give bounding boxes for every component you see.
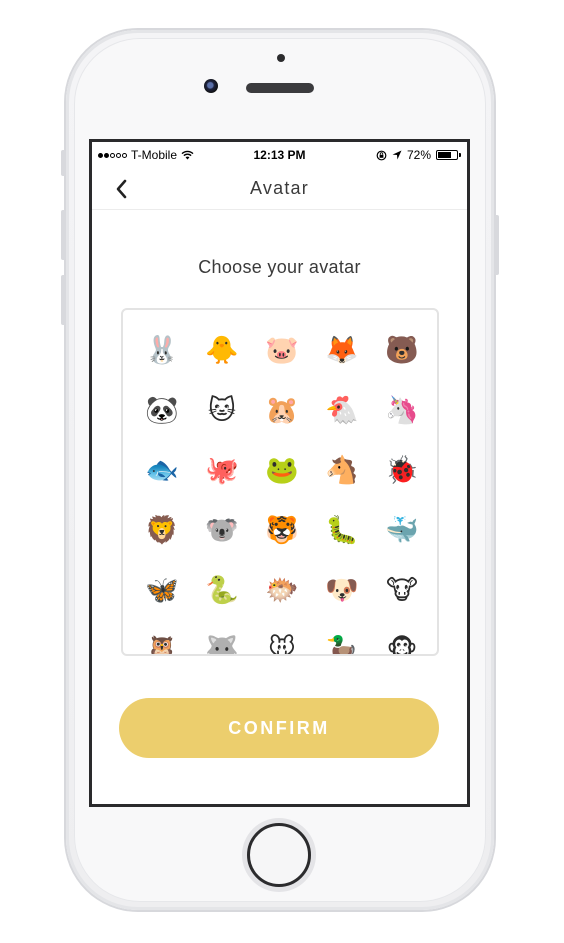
battery-percent: 72% [406, 148, 431, 162]
confirm-button[interactable]: CONFIRM [119, 698, 439, 758]
status-right: 72% [376, 148, 461, 162]
earpiece-speaker [246, 83, 314, 93]
avatar-dog[interactable]: 🐶 [312, 560, 372, 620]
page-title: Avatar [250, 178, 309, 198]
avatar-owl[interactable]: 🦉 [132, 620, 192, 655]
avatar-whale[interactable]: 🐳 [372, 500, 432, 560]
navigation-bar: Avatar [92, 168, 467, 210]
avatar-octopus[interactable]: 🐙 [192, 440, 252, 500]
avatar-chick[interactable]: 🐥 [192, 320, 252, 380]
status-bar: T-Mobile 12:13 PM 72% [92, 142, 467, 168]
avatar-ladybug[interactable]: 🐞 [372, 440, 432, 500]
avatar-fish[interactable]: 🐟 [132, 440, 192, 500]
avatar-monkey[interactable]: 🐵 [372, 620, 432, 655]
avatar-prompt: Choose your avatar [198, 257, 361, 277]
avatar-wolf[interactable]: 🐺 [192, 620, 252, 655]
avatar-pig[interactable]: 🐷 [252, 320, 312, 380]
power-button [494, 215, 499, 275]
avatar-fox[interactable]: 🦊 [312, 320, 372, 380]
avatar-picker[interactable]: 🐰 🐥 🐷 🦊 🐻 🐼 🐱 🐹 🐔 🦄 🐟 🐙 🐸 🐴 🐞 🦁 🐨 🐯 🐛 🐳 🦋 🐍 🐡 🐶 🐮 🦉 🐺 🐭 🦆 🐵 [121, 308, 439, 656]
avatar-koala[interactable]: 🐨 [192, 500, 252, 560]
volume-down-button [61, 275, 66, 325]
avatar-horse[interactable]: 🐴 [312, 440, 372, 500]
proximity-sensor [277, 54, 285, 62]
avatar-caterpillar[interactable]: 🐛 [312, 500, 372, 560]
location-arrow-icon [392, 150, 402, 160]
avatar-panda[interactable]: 🐼 [132, 380, 192, 440]
avatar-cow[interactable]: 🐮 [372, 560, 432, 620]
avatar-blowfish[interactable]: 🐡 [252, 560, 312, 620]
front-camera [204, 79, 218, 93]
rotation-lock-icon [376, 150, 387, 160]
avatar-lion[interactable]: 🦁 [132, 500, 192, 560]
volume-up-button [61, 210, 66, 260]
avatar-hamster[interactable]: 🐹 [252, 380, 312, 440]
app-screen: T-Mobile 12:13 PM 72% Avatar Choose your… [89, 139, 470, 807]
avatar-unicorn[interactable]: 🦄 [372, 380, 432, 440]
avatar-cat[interactable]: 🐱 [192, 380, 252, 440]
battery-cap [459, 153, 461, 157]
avatar-rabbit[interactable]: 🐰 [132, 320, 192, 380]
avatar-grid: 🐰 🐥 🐷 🦊 🐻 🐼 🐱 🐹 🐔 🦄 🐟 🐙 🐸 🐴 🐞 🦁 🐨 🐯 🐛 🐳 🦋 🐍 🐡 🐶 🐮 🦉 🐺 🐭 🦆 🐵 [132, 320, 432, 655]
battery-icon [436, 150, 458, 160]
avatar-mouse[interactable]: 🐭 [252, 620, 312, 655]
mute-switch [61, 150, 66, 176]
avatar-chicken[interactable]: 🐔 [312, 380, 372, 440]
battery-level [438, 152, 451, 158]
avatar-bear[interactable]: 🐻 [372, 320, 432, 380]
avatar-butterfly[interactable]: 🦋 [132, 560, 192, 620]
avatar-snake[interactable]: 🐍 [192, 560, 252, 620]
avatar-duck[interactable]: 🦆 [312, 620, 372, 655]
home-button[interactable] [247, 823, 311, 887]
avatar-tiger[interactable]: 🐯 [252, 500, 312, 560]
avatar-frog[interactable]: 🐸 [252, 440, 312, 500]
